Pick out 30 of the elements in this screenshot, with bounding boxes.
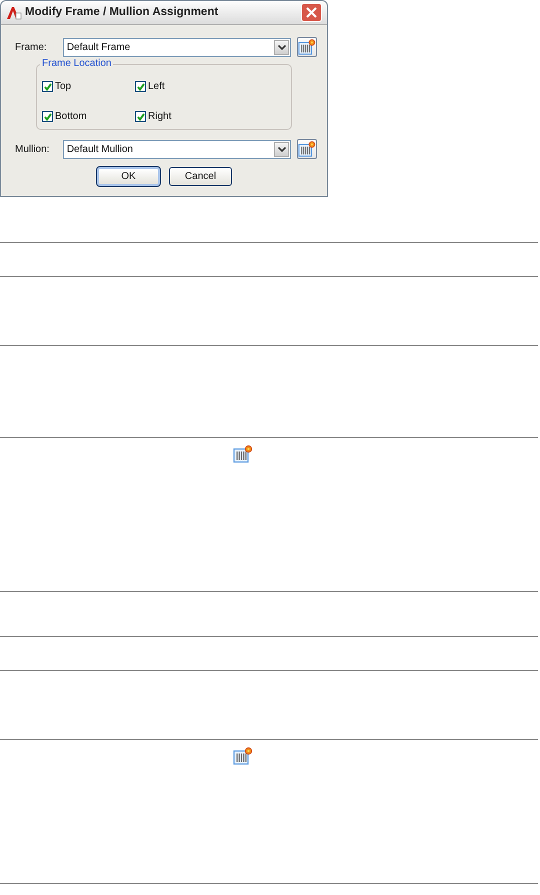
checkbox-label: Top: [55, 80, 72, 94]
combo-value: Default Frame: [66, 40, 132, 54]
mullion-label: Mullion:: [15, 142, 50, 156]
close-icon: [306, 7, 317, 18]
style-manager-button[interactable]: [297, 37, 317, 57]
barcode-gear-icon: [298, 140, 316, 158]
barcode-gear-icon: [233, 747, 253, 765]
mullion-dropdown[interactable]: Default Mullion: [62, 140, 291, 158]
combo-value: Default Mullion: [66, 142, 134, 156]
caret-icon: [278, 146, 286, 152]
barcode-gear-icon: [298, 38, 316, 56]
checkbox-label: Bottom: [55, 110, 87, 124]
checkbox[interactable]: [135, 81, 146, 92]
app-icon: [6, 4, 22, 20]
checkbox[interactable]: [42, 81, 53, 92]
frame-dropdown[interactable]: Default Frame: [62, 38, 291, 56]
close-button[interactable]: [301, 3, 322, 22]
checkbox-label: Left: [148, 80, 165, 94]
frame-label: Frame:: [15, 40, 48, 54]
barcode-gear-icon: [233, 445, 253, 463]
checkbox-label: Right: [148, 110, 172, 124]
cancel-button[interactable]: Cancel: [169, 167, 232, 186]
window-title: Modify Frame / Mullion Assignment: [25, 4, 220, 20]
checkbox[interactable]: [42, 111, 53, 122]
dropdown-button[interactable]: [274, 40, 289, 54]
checkbox[interactable]: [135, 111, 146, 122]
dropdown-button[interactable]: [274, 142, 289, 156]
caret-icon: [278, 44, 286, 50]
style-manager-button[interactable]: [297, 139, 317, 159]
ok-button[interactable]: OK: [97, 167, 160, 186]
